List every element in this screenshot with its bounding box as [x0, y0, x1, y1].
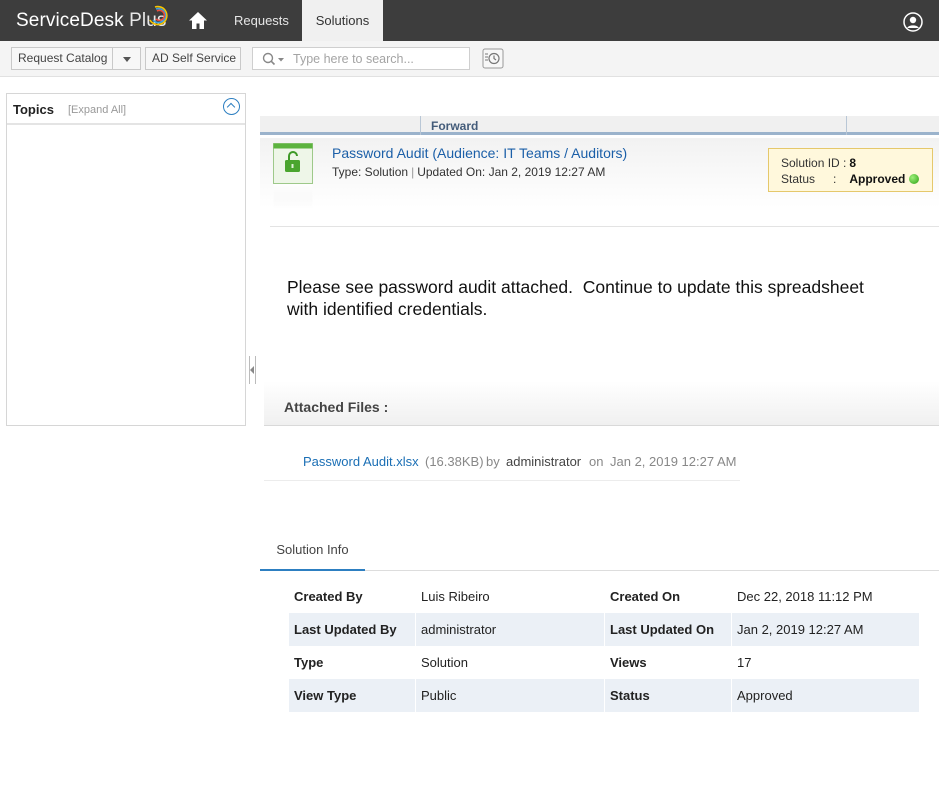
logo-text: ServiceDesk	[16, 10, 124, 31]
type-label: Type	[289, 646, 416, 679]
attachment-file-link[interactable]: Password Audit.xlsx	[303, 454, 419, 469]
table-row: View Type Public Status Approved	[289, 679, 920, 712]
solution-title: Password Audit (Audience: IT Teams / Aud…	[332, 145, 628, 161]
logo-arc-icon	[149, 5, 168, 26]
status-label: Status	[605, 679, 732, 712]
topics-header: Topics [Expand All]	[7, 94, 245, 125]
table-row: Last Updated By administrator Last Updat…	[289, 613, 920, 646]
views-label: Views	[605, 646, 732, 679]
attachment-author: administrator	[506, 454, 582, 469]
search-icon[interactable]	[262, 52, 288, 67]
toolbar: Request Catalog AD Self Service	[0, 41, 939, 77]
app-logo[interactable]: ServiceDesk Plus	[16, 10, 167, 32]
solution-type-text: Type: Solution	[332, 165, 409, 179]
attachment-on-text: on	[589, 454, 604, 469]
request-catalog-button[interactable]: Request Catalog	[11, 47, 113, 70]
search-box[interactable]	[252, 47, 470, 70]
last-updated-on-value: Jan 2, 2019 12:27 AM	[732, 613, 920, 646]
action-bar: Forward	[260, 116, 939, 135]
attached-files-header: Attached Files :	[264, 381, 939, 426]
solution-description: Please see password audit attached. Cont…	[287, 277, 864, 319]
table-row: Created By Luis Ribeiro Created On Dec 2…	[289, 580, 920, 613]
solution-status-row: Status: Approved	[781, 172, 920, 186]
created-by-label: Created By	[289, 580, 416, 613]
solution-status-label: Status	[781, 172, 816, 186]
divider	[270, 226, 939, 227]
table-row: Type Solution Views 17	[289, 646, 920, 679]
view-type-label: View Type	[289, 679, 416, 712]
tab-solutions[interactable]: Solutions	[302, 0, 383, 41]
last-updated-by-label: Last Updated By	[289, 613, 416, 646]
collapse-up-icon[interactable]	[223, 98, 240, 115]
ad-self-service-button[interactable]: AD Self Service	[145, 47, 241, 70]
created-by-value: Luis Ribeiro	[416, 580, 605, 613]
tab-solution-info[interactable]: Solution Info	[260, 536, 365, 571]
topics-title: Topics	[13, 102, 54, 117]
type-value: Solution	[416, 646, 605, 679]
created-on-value: Dec 22, 2018 11:12 PM	[732, 580, 920, 613]
solution-status-value: Approved	[849, 172, 906, 186]
view-type-value: Public	[416, 679, 605, 712]
attachment-date: Jan 2, 2019 12:27 AM	[610, 454, 737, 469]
forward-label: Forward	[431, 119, 479, 133]
info-tab-strip: Solution Info	[260, 536, 939, 571]
last-updated-by-value: administrator	[416, 613, 605, 646]
last-updated-on-label: Last Updated On	[605, 613, 732, 646]
solution-id-row: Solution ID : 8	[781, 156, 856, 170]
request-catalog-dropdown[interactable]	[113, 47, 141, 70]
user-profile-icon[interactable]	[903, 12, 923, 32]
solution-updated-text: Updated On: Jan 2, 2019 12:27 AM	[417, 165, 606, 179]
created-on-label: Created On	[605, 580, 732, 613]
solution-meta: Type: Solution | Updated On: Jan 2, 2019 1…	[332, 165, 606, 179]
history-icon[interactable]	[482, 48, 504, 69]
attached-files-title: Attached Files :	[284, 399, 389, 415]
status-approved-icon	[909, 174, 920, 184]
attachment-row: Password Audit.xlsx (16.38KB) by adminis…	[264, 445, 740, 481]
solution-id-value: 8	[849, 156, 857, 170]
panel-splitter-handle[interactable]	[249, 356, 256, 384]
attachment-by-text: by	[486, 454, 500, 469]
home-icon[interactable]	[188, 11, 208, 30]
top-nav-bar: ServiceDesk Plus Requests Solutions	[0, 0, 939, 41]
status-value: Approved	[732, 679, 920, 712]
views-value: 17	[732, 646, 920, 679]
solution-id-label: Solution ID :	[781, 156, 847, 170]
search-input[interactable]	[293, 50, 463, 67]
tab-requests[interactable]: Requests	[222, 0, 301, 41]
topics-panel: Topics [Expand All]	[6, 93, 246, 426]
expand-all-link[interactable]: [Expand All]	[68, 104, 126, 116]
solution-info-table: Created By Luis Ribeiro Created On Dec 2…	[289, 580, 920, 712]
forward-button[interactable]: Forward	[420, 116, 847, 135]
unlocked-solution-icon	[273, 143, 313, 209]
solution-status-colon: :	[833, 172, 837, 186]
solution-id-box: Solution ID : 8 Status: Approved	[768, 148, 933, 192]
attachment-file-size: (16.38KB)	[425, 454, 484, 469]
